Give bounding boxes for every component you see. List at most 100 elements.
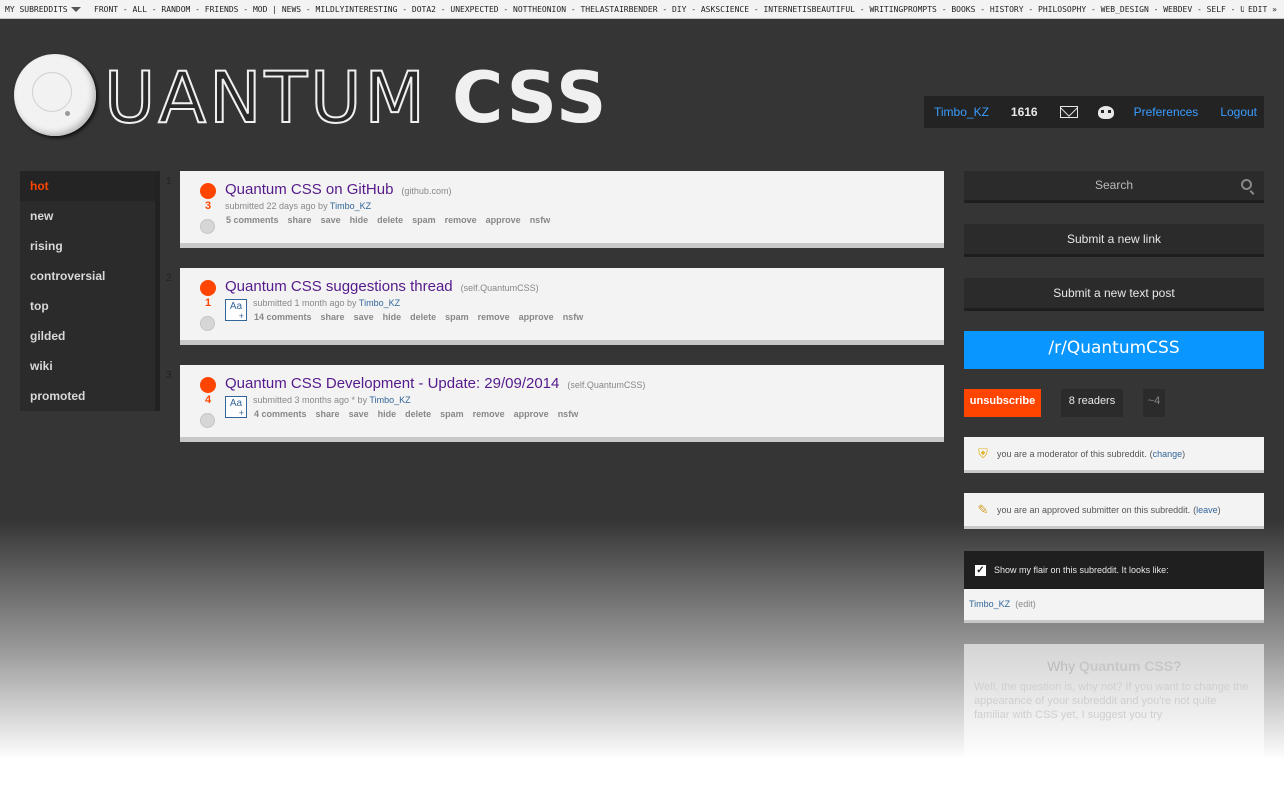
edit-subreddits-link[interactable]: EDIT » [1244, 4, 1284, 14]
remove-button[interactable]: remove [445, 215, 477, 225]
flair-preview: Timbo_KZ (edit) [964, 589, 1264, 623]
downvote-icon[interactable] [200, 413, 215, 428]
search-placeholder: Search [1094, 178, 1134, 192]
post-author-link[interactable]: Timbo_KZ [369, 395, 410, 405]
post-score: 4 [204, 394, 212, 406]
tab-promoted[interactable]: promoted [20, 381, 155, 411]
post-domain[interactable]: (self.QuantumCSS) [461, 283, 539, 293]
comments-link[interactable]: 4 comments [254, 409, 307, 419]
share-button[interactable]: share [288, 215, 312, 225]
save-button[interactable]: save [321, 215, 341, 225]
submit-link-button[interactable]: Submit a new link [964, 224, 1264, 257]
post-rank: 3 [166, 370, 172, 381]
post-domain[interactable]: (self.QuantumCSS) [567, 380, 645, 390]
logout-link[interactable]: Logout [1220, 105, 1257, 119]
subreddit-links-text[interactable]: FRONT - ALL - RANDOM - FRIENDS - MOD | N… [94, 5, 1244, 14]
my-subreddits-label: MY SUBREDDITS [5, 4, 68, 14]
tab-new[interactable]: new [20, 201, 155, 231]
spam-button[interactable]: spam [412, 215, 436, 225]
flair-label: Show my flair on this subreddit. It look… [994, 565, 1169, 575]
approve-button[interactable]: approve [514, 409, 549, 419]
unsubscribe-button[interactable]: unsubscribe [964, 389, 1041, 417]
post-author-link[interactable]: Timbo_KZ [359, 298, 400, 308]
post-item: 1 Aa + Quantum CSS suggestions thread (sel… [180, 268, 944, 345]
description-text: Well, the question is, why not? If you w… [974, 681, 1249, 721]
post-title-link[interactable]: Quantum CSS suggestions thread [225, 278, 453, 295]
logo-text-quantum: UANTUM [103, 57, 428, 139]
post-submitted-text: submitted 1 month ago by [253, 298, 357, 308]
post-score: 3 [204, 200, 212, 212]
pencil-icon: ✎ [977, 501, 989, 517]
self-post-thumbnail-icon[interactable]: Aa + [225, 299, 247, 321]
moderator-change-link[interactable]: change [1153, 449, 1183, 459]
hide-button[interactable]: hide [378, 409, 397, 419]
upvote-icon[interactable] [200, 377, 216, 393]
spam-button[interactable]: spam [445, 312, 469, 322]
post-action-buttons: 4 comments share save hide delete spam remove a… [254, 409, 587, 419]
post-domain[interactable]: (github.com) [401, 186, 451, 196]
subreddit-logo[interactable]: UANTUM CSS [14, 54, 614, 139]
search-input[interactable]: Search [964, 171, 1264, 203]
tab-rising[interactable]: rising [20, 231, 155, 261]
subreddit-name-link[interactable]: /r/QuantumCSS [964, 331, 1264, 369]
nsfw-button[interactable]: nsfw [530, 215, 551, 225]
delete-button[interactable]: delete [405, 409, 431, 419]
approve-button[interactable]: approve [519, 312, 554, 322]
flair-edit-link[interactable]: (edit) [1015, 599, 1036, 609]
post-tagline: submitted 1 month ago by Timbo_KZ [253, 298, 400, 308]
remove-button[interactable]: remove [473, 409, 505, 419]
why-brand: Quantum CSS [1078, 658, 1174, 674]
karma-count: 1616 [1010, 105, 1038, 119]
hide-button[interactable]: hide [383, 312, 402, 322]
comments-link[interactable]: 14 comments [254, 312, 312, 322]
tab-wiki[interactable]: wiki [20, 351, 155, 381]
why-suffix: ? [1173, 658, 1181, 674]
preferences-link[interactable]: Preferences [1134, 105, 1199, 119]
self-post-thumbnail-icon[interactable]: Aa + [225, 396, 247, 418]
upvote-icon[interactable] [200, 183, 216, 199]
username-link[interactable]: Timbo_KZ [934, 105, 989, 119]
tab-controversial[interactable]: controversial [20, 261, 155, 291]
post-title-link[interactable]: Quantum CSS on GitHub [225, 181, 393, 198]
subreddit-links[interactable]: FRONT - ALL - RANDOM - FRIENDS - MOD | N… [94, 5, 1244, 14]
post-title-link[interactable]: Quantum CSS Development - Update: 29/09/… [225, 375, 559, 392]
chevron-down-icon [70, 6, 81, 12]
flair-checkbox[interactable]: ✓ [975, 564, 986, 576]
approve-button[interactable]: approve [486, 215, 521, 225]
tab-gilded[interactable]: gilded [20, 321, 155, 351]
tab-top[interactable]: top [20, 291, 155, 321]
share-button[interactable]: share [321, 312, 345, 322]
remove-button[interactable]: remove [478, 312, 510, 322]
tab-hot[interactable]: hot [20, 171, 155, 201]
delete-button[interactable]: delete [377, 215, 403, 225]
post-author-link[interactable]: Timbo_KZ [330, 201, 371, 211]
share-button[interactable]: share [316, 409, 340, 419]
mail-icon[interactable] [1059, 106, 1078, 118]
downvote-icon[interactable] [200, 219, 215, 234]
why-prefix: Why [1047, 658, 1076, 674]
comments-link[interactable]: 5 comments [226, 215, 279, 225]
downvote-icon[interactable] [200, 316, 215, 331]
save-button[interactable]: save [354, 312, 374, 322]
approved-leave-link[interactable]: leave [1196, 505, 1218, 515]
logo-circle-icon [14, 54, 96, 136]
post-rank: 2 [166, 273, 172, 284]
hide-button[interactable]: hide [350, 215, 369, 225]
moderator-notice: ⛨ you are a moderator of this subreddit.… [964, 437, 1264, 473]
spam-button[interactable]: spam [440, 409, 464, 419]
post-submitted-text: submitted 22 days ago by [225, 201, 328, 211]
search-icon[interactable] [1241, 179, 1252, 190]
post-submitted-text: submitted 3 months ago * by [253, 395, 368, 405]
post-action-buttons: 5 comments share save hide delete spam remove a… [226, 215, 559, 225]
nsfw-button[interactable]: nsfw [558, 409, 579, 419]
save-button[interactable]: save [349, 409, 369, 419]
description-heading: Why Quantum CSS? [974, 658, 1254, 674]
post-tagline: submitted 3 months ago * by Timbo_KZ [253, 395, 411, 405]
upvote-icon[interactable] [200, 280, 216, 296]
submit-text-button[interactable]: Submit a new text post [964, 278, 1264, 311]
nsfw-button[interactable]: nsfw [563, 312, 584, 322]
delete-button[interactable]: delete [410, 312, 436, 322]
flair-username[interactable]: Timbo_KZ [969, 599, 1010, 609]
my-subreddits-dropdown[interactable]: MY SUBREDDITS [0, 5, 94, 14]
modmail-alien-icon[interactable] [1097, 105, 1114, 119]
